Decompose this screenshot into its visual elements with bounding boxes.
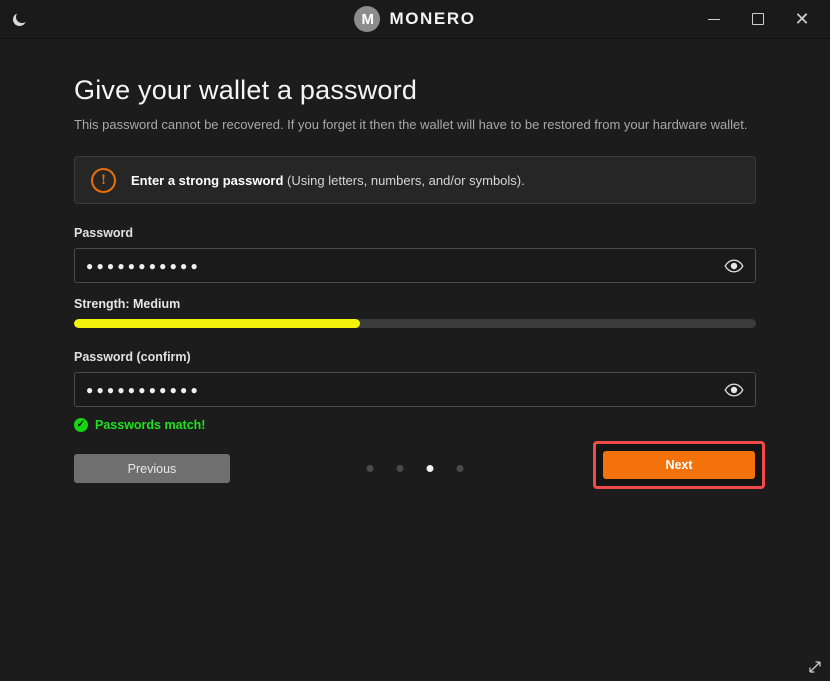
close-icon: ✕ xyxy=(794,9,810,29)
confirm-password-reveal-toggle[interactable] xyxy=(723,381,745,399)
step-dot-3[interactable] xyxy=(426,465,434,472)
exclamation-circle-icon: ! xyxy=(91,167,116,193)
password-value: ●●●●●●●●●●● xyxy=(86,258,201,273)
confirm-password-field-group: Password (confirm) ●●●●●●●●●●● xyxy=(74,350,756,407)
password-hint-text: Enter a strong password (Using letters, … xyxy=(131,173,525,188)
password-hint-strong: Enter a strong password xyxy=(131,172,284,188)
page-title: Give your wallet a password xyxy=(74,75,418,105)
maximize-button[interactable] xyxy=(736,0,780,39)
next-button[interactable]: Next xyxy=(603,451,755,479)
wizard-step-dots xyxy=(366,465,464,472)
password-strength-fill xyxy=(74,319,361,328)
confirm-password-label: Password (confirm) xyxy=(74,350,191,364)
password-reveal-toggle[interactable] xyxy=(723,257,745,275)
next-button-highlight: Next xyxy=(593,441,765,489)
moon-icon xyxy=(12,11,28,27)
check-circle-icon: ✓ xyxy=(74,418,88,432)
step-dot-1[interactable] xyxy=(366,465,374,472)
passwords-match-text: Passwords match! xyxy=(95,418,206,432)
step-dot-2[interactable] xyxy=(396,465,404,472)
wizard-navigation: Previous Next xyxy=(74,441,765,489)
password-strength-bar xyxy=(74,319,756,328)
page-subtitle: This password cannot be recovered. If yo… xyxy=(74,117,748,132)
minimize-icon xyxy=(708,18,720,20)
confirm-password-value: ●●●●●●●●●●● xyxy=(86,382,201,397)
resize-handle-icon[interactable] xyxy=(806,658,824,676)
passwords-match-status: ✓ Passwords match! xyxy=(74,418,756,432)
password-hint-rest: (Using letters, numbers, and/or symbols)… xyxy=(283,172,525,188)
minimize-button[interactable] xyxy=(692,0,736,39)
wizard-page: Give your wallet a password This passwor… xyxy=(0,75,830,489)
previous-button[interactable]: Previous xyxy=(74,454,230,483)
eye-icon xyxy=(724,383,744,396)
eye-icon xyxy=(724,259,744,272)
theme-toggle-button[interactable] xyxy=(0,0,40,39)
close-button[interactable]: ✕ xyxy=(780,0,824,39)
maximize-icon xyxy=(752,13,764,25)
password-field-group: Password ●●●●●●●●●●● xyxy=(74,226,756,283)
window-controls: ✕ xyxy=(692,0,830,39)
title-bar: M MONERO ✕ xyxy=(0,0,830,39)
monero-logo-icon: M xyxy=(354,6,381,32)
step-dot-4[interactable] xyxy=(456,465,464,472)
password-input[interactable]: ●●●●●●●●●●● xyxy=(74,248,756,283)
confirm-password-input[interactable]: ●●●●●●●●●●● xyxy=(74,372,756,407)
app-title: MONERO xyxy=(389,9,476,28)
password-label: Password xyxy=(74,226,134,240)
password-hint-box: ! Enter a strong password (Using letters… xyxy=(74,156,756,204)
password-strength-label: Strength: Medium xyxy=(74,297,181,311)
